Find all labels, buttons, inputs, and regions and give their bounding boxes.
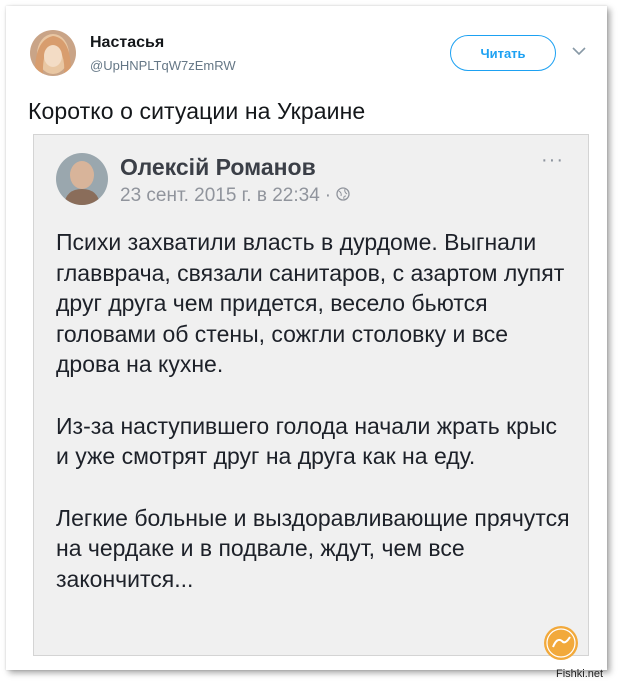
post-paragraph: Легкие больные и выздоравливающие прячут… <box>56 504 570 592</box>
author-avatar[interactable] <box>30 30 76 76</box>
site-watermark: Fishki.net <box>556 668 604 680</box>
post-author-name: Олексій Романов <box>120 154 316 180</box>
post-paragraph: Из-за наступившего голода начали жрать к… <box>56 412 557 470</box>
post-paragraph: Психи захватили власть в дурдоме. Выгнал… <box>56 229 565 377</box>
tweet-card: Настасья @UpHNPLTqW7zEmRW Читать Коротко… <box>6 6 607 670</box>
post-author-avatar <box>56 153 108 205</box>
watermark-logo <box>543 625 579 661</box>
meta-separator: · <box>324 185 332 206</box>
author-name[interactable]: Настасья <box>90 34 164 52</box>
embedded-post-screenshot: Олексій Романов 23 сент. 2015 г. в 22:34… <box>33 134 589 656</box>
post-body: Психи захватили власть в дурдоме. Выгнал… <box>56 227 576 625</box>
more-options-icon: ··· <box>541 149 564 171</box>
tweet-text: Коротко о ситуации на Украине <box>28 98 366 124</box>
follow-button[interactable]: Читать <box>450 35 556 71</box>
post-meta: 23 сент. 2015 г. в 22:34 · <box>120 185 350 207</box>
chevron-down-icon[interactable] <box>571 44 587 56</box>
post-date: 23 сент. 2015 г. в 22:34 <box>120 185 320 206</box>
author-handle[interactable]: @UpHNPLTqW7zEmRW <box>90 58 236 73</box>
globe-icon <box>336 185 350 207</box>
